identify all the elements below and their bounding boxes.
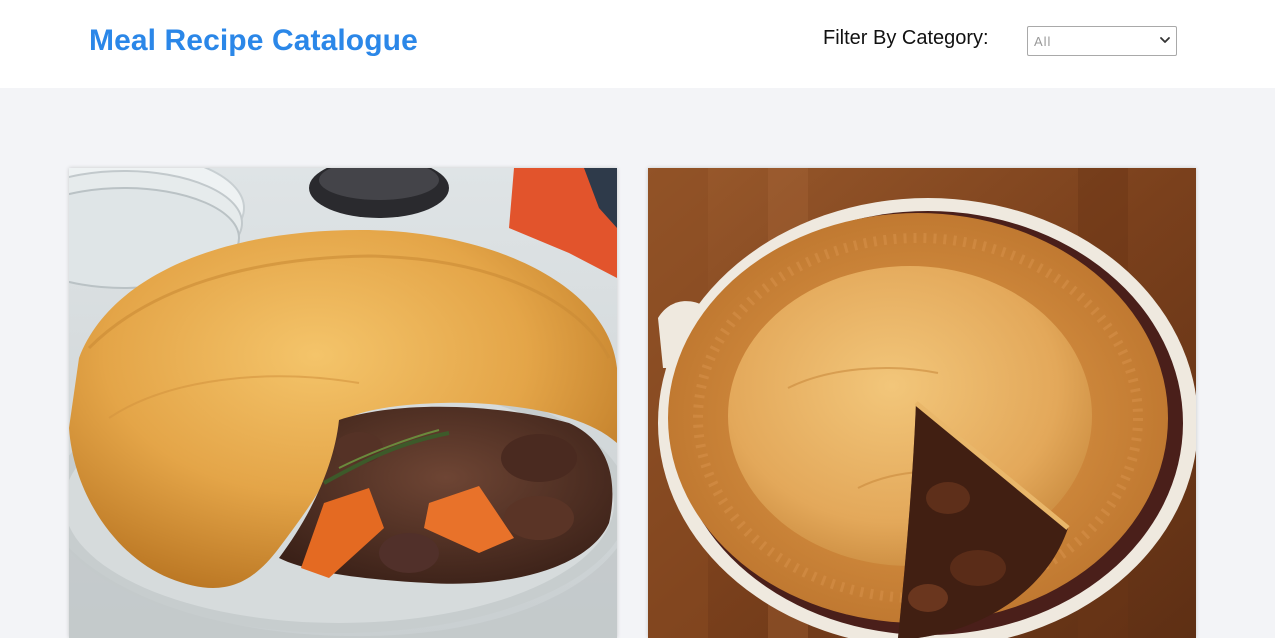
recipe-card[interactable] bbox=[69, 168, 617, 638]
recipe-image-steak-pie[interactable] bbox=[648, 168, 1196, 638]
category-filter-select[interactable]: All bbox=[1027, 26, 1177, 56]
recipe-image-beef-pie[interactable] bbox=[69, 168, 617, 638]
app-title[interactable]: Meal Recipe Catalogue bbox=[89, 22, 418, 60]
recipe-card[interactable] bbox=[648, 168, 1196, 638]
top-header: Meal Recipe Catalogue Filter By Category… bbox=[0, 0, 1275, 88]
filter-category-label: Filter By Category: bbox=[823, 27, 989, 49]
